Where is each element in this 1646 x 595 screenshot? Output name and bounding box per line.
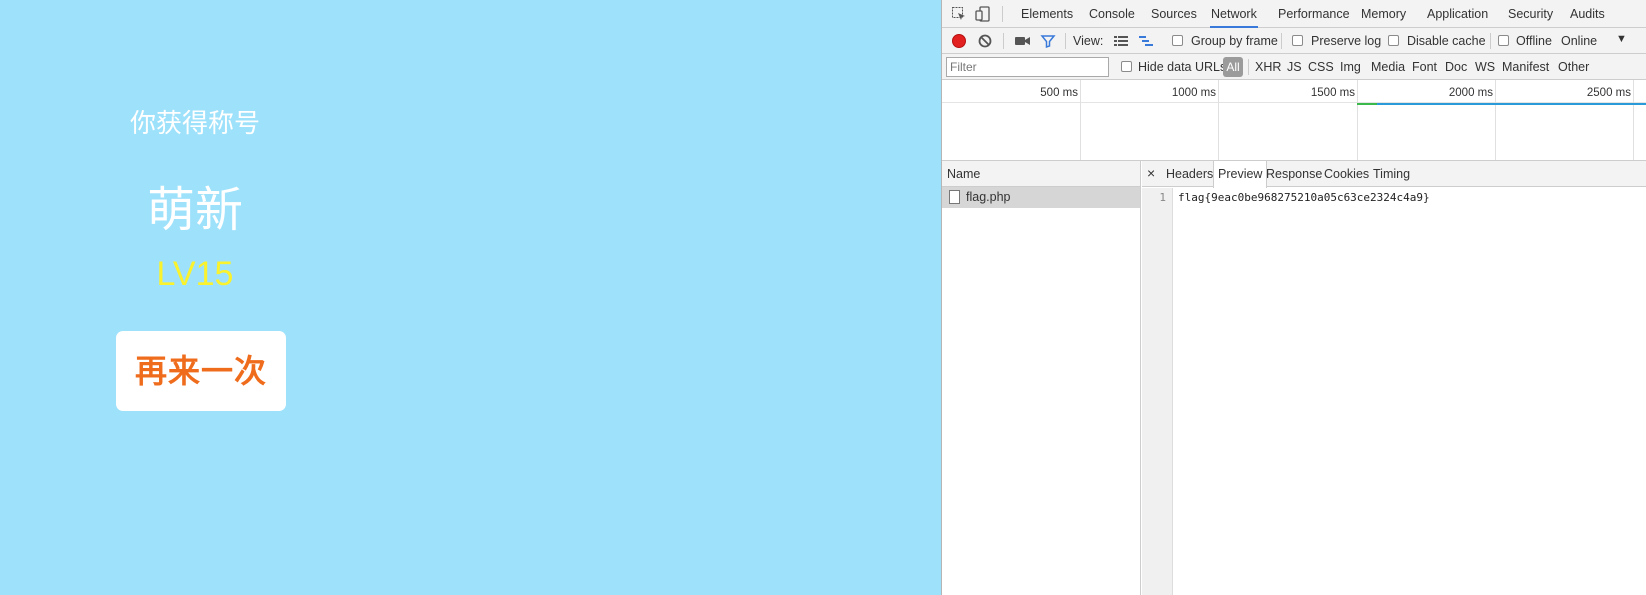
devtools-tab-bar: Elements Console Sources Network Perform… — [942, 0, 1646, 28]
request-row[interactable]: flag.php — [942, 187, 1140, 208]
tab-security[interactable]: Security — [1507, 0, 1554, 28]
tab-audits[interactable]: Audits — [1569, 0, 1606, 28]
request-list: Name flag.php — [942, 161, 1141, 595]
view-label: View: — [1073, 34, 1104, 48]
detail-tab-bar: × Headers Preview Response Cookies Timin… — [1142, 161, 1646, 188]
type-filter-img[interactable]: Img — [1340, 60, 1361, 74]
tab-performance[interactable]: Performance — [1277, 0, 1351, 28]
inspect-element-icon[interactable] — [951, 6, 967, 22]
tick-label-500: 500 ms — [1040, 87, 1078, 99]
type-filter-manifest[interactable]: Manifest — [1502, 60, 1549, 74]
result-subtitle: 你获得称号 — [129, 109, 260, 139]
devtools-panel: Elements Console Sources Network Perform… — [941, 0, 1646, 595]
hide-data-urls-checkbox[interactable] — [1121, 61, 1132, 72]
tab-application[interactable]: Application — [1426, 0, 1489, 28]
hide-data-urls-label: Hide data URLs — [1138, 60, 1227, 74]
tick-label-1000: 1000 ms — [1171, 87, 1216, 99]
type-filter-other[interactable]: Other — [1558, 60, 1589, 74]
retry-button[interactable]: 再来一次 — [116, 331, 286, 411]
throttle-select[interactable]: Online — [1561, 34, 1597, 48]
network-toolbar: View: Group by frame Preserve log Disabl… — [942, 28, 1646, 54]
timeline-overview[interactable]: 500 ms 1000 ms 1500 ms 2000 ms 2500 ms — [942, 80, 1646, 161]
game-page: 你获得称号 萌新 LV15 再来一次 — [0, 0, 941, 595]
offline-checkbox[interactable] — [1498, 35, 1509, 46]
large-rows-icon[interactable] — [1113, 34, 1129, 48]
request-name: flag.php — [966, 190, 1011, 204]
type-filter-js[interactable]: JS — [1287, 60, 1302, 74]
type-filter-ws[interactable]: WS — [1475, 60, 1495, 74]
tick-label-2500: 2500 ms — [1586, 87, 1631, 99]
tab-memory[interactable]: Memory — [1360, 0, 1407, 28]
detail-tab-response[interactable]: Response — [1266, 161, 1322, 187]
type-filter-xhr[interactable]: XHR — [1255, 60, 1281, 74]
type-filter-css[interactable]: CSS — [1308, 60, 1334, 74]
preserve-log-label: Preserve log — [1311, 34, 1382, 48]
name-column-header[interactable]: Name — [942, 161, 1140, 187]
result-title: 萌新 — [146, 182, 243, 238]
timeline-download-bar — [1377, 103, 1646, 105]
type-filter-doc[interactable]: Doc — [1445, 60, 1467, 74]
detail-tab-headers[interactable]: Headers — [1166, 161, 1213, 187]
disable-cache-checkbox[interactable] — [1388, 35, 1399, 46]
device-toolbar-icon[interactable] — [975, 6, 991, 22]
document-icon — [949, 190, 960, 204]
tab-network[interactable]: Network — [1210, 0, 1258, 28]
tick-label-2000: 2000 ms — [1448, 87, 1493, 99]
result-level: LV15 — [156, 255, 234, 293]
detail-tab-timing[interactable]: Timing — [1373, 161, 1410, 187]
tab-console[interactable]: Console — [1088, 0, 1136, 28]
group-by-frame-label: Group by frame — [1191, 34, 1278, 48]
filter-bar: Hide data URLs All XHR JS CSS Img Media … — [942, 54, 1646, 80]
filter-input[interactable] — [946, 57, 1109, 77]
detail-tab-preview[interactable]: Preview — [1213, 161, 1268, 188]
offline-label: Offline — [1516, 34, 1552, 48]
close-icon[interactable]: × — [1147, 161, 1155, 185]
line-number-gutter: 1 — [1142, 188, 1173, 595]
filter-icon[interactable] — [1040, 33, 1056, 49]
disable-cache-label: Disable cache — [1407, 34, 1486, 48]
tab-elements[interactable]: Elements — [1020, 0, 1074, 28]
waterfall-overview-icon[interactable] — [1138, 34, 1154, 48]
preserve-log-checkbox[interactable] — [1292, 35, 1303, 46]
record-icon[interactable] — [951, 33, 967, 49]
timeline-waiting-bar — [1357, 103, 1377, 105]
type-filter-font[interactable]: Font — [1412, 60, 1437, 74]
tick-label-1500: 1500 ms — [1310, 87, 1355, 99]
preview-content: flag{9eac0be968275210a05c63ce2324c4a9} — [1178, 191, 1430, 204]
type-filter-all[interactable]: All — [1223, 57, 1243, 77]
line-number: 1 — [1159, 191, 1166, 204]
chevron-down-icon[interactable]: ▼ — [1616, 33, 1627, 45]
detail-tab-cookies[interactable]: Cookies — [1324, 161, 1369, 187]
tab-sources[interactable]: Sources — [1150, 0, 1198, 28]
request-detail-pane: × Headers Preview Response Cookies Timin… — [1142, 161, 1646, 595]
clear-icon[interactable] — [977, 33, 993, 49]
capture-screenshots-icon[interactable] — [1014, 34, 1032, 48]
type-filter-media[interactable]: Media — [1371, 60, 1405, 74]
group-by-frame-checkbox[interactable] — [1172, 35, 1183, 46]
